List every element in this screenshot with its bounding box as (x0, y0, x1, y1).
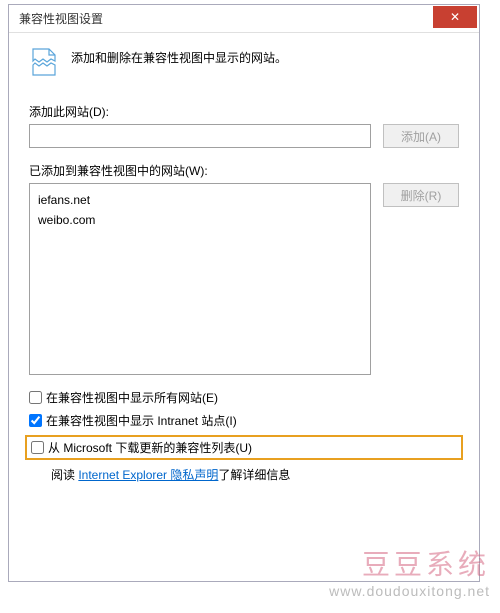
checkbox-download-updates[interactable] (31, 441, 44, 454)
checkbox-show-intranet[interactable] (29, 414, 42, 427)
add-button[interactable]: 添加(A) (383, 124, 459, 148)
header-row: 添加和删除在兼容性视图中显示的网站。 (29, 47, 459, 77)
privacy-link[interactable]: Internet Explorer 隐私声明 (78, 468, 218, 482)
check-label: 从 Microsoft 下载更新的兼容性列表(U) (48, 439, 252, 456)
check-download-updates[interactable]: 从 Microsoft 下载更新的兼容性列表(U) (31, 439, 457, 456)
header-text: 添加和删除在兼容性视图中显示的网站。 (71, 47, 287, 66)
list-item[interactable]: weibo.com (38, 210, 362, 230)
dialog-title: 兼容性视图设置 (19, 10, 433, 27)
remove-button[interactable]: 删除(R) (383, 183, 459, 207)
check-show-all[interactable]: 在兼容性视图中显示所有网站(E) (29, 389, 459, 406)
list-label: 已添加到兼容性视图中的网站(W): (29, 162, 459, 179)
close-icon: ✕ (450, 10, 460, 24)
add-website-input[interactable] (29, 124, 371, 148)
broken-page-icon (29, 47, 59, 77)
read-prefix: 阅读 (51, 468, 78, 482)
websites-listbox[interactable]: iefans.net weibo.com (29, 183, 371, 375)
read-suffix: 了解详细信息 (218, 468, 290, 482)
watermark-url: www.doudouxitong.net (329, 583, 490, 599)
close-button[interactable]: ✕ (433, 6, 477, 28)
check-label: 在兼容性视图中显示 Intranet 站点(I) (46, 412, 237, 429)
list-row: iefans.net weibo.com 删除(R) (29, 183, 459, 375)
checkbox-area: 在兼容性视图中显示所有网站(E) 在兼容性视图中显示 Intranet 站点(I… (29, 389, 459, 483)
read-privacy-line: 阅读 Internet Explorer 隐私声明了解详细信息 (29, 466, 459, 483)
highlighted-option: 从 Microsoft 下载更新的兼容性列表(U) (25, 435, 463, 460)
add-label: 添加此网站(D): (29, 103, 459, 120)
check-label: 在兼容性视图中显示所有网站(E) (46, 389, 218, 406)
checkbox-show-all[interactable] (29, 391, 42, 404)
titlebar: 兼容性视图设置 ✕ (9, 5, 479, 33)
check-show-intranet[interactable]: 在兼容性视图中显示 Intranet 站点(I) (29, 412, 459, 429)
list-item[interactable]: iefans.net (38, 190, 362, 210)
add-row: 添加(A) (29, 124, 459, 148)
compat-view-dialog: 兼容性视图设置 ✕ 添加和删除在兼容性视图中显示的网站。 添加此网站(D): 添… (8, 4, 480, 582)
dialog-content: 添加和删除在兼容性视图中显示的网站。 添加此网站(D): 添加(A) 已添加到兼… (9, 33, 479, 493)
